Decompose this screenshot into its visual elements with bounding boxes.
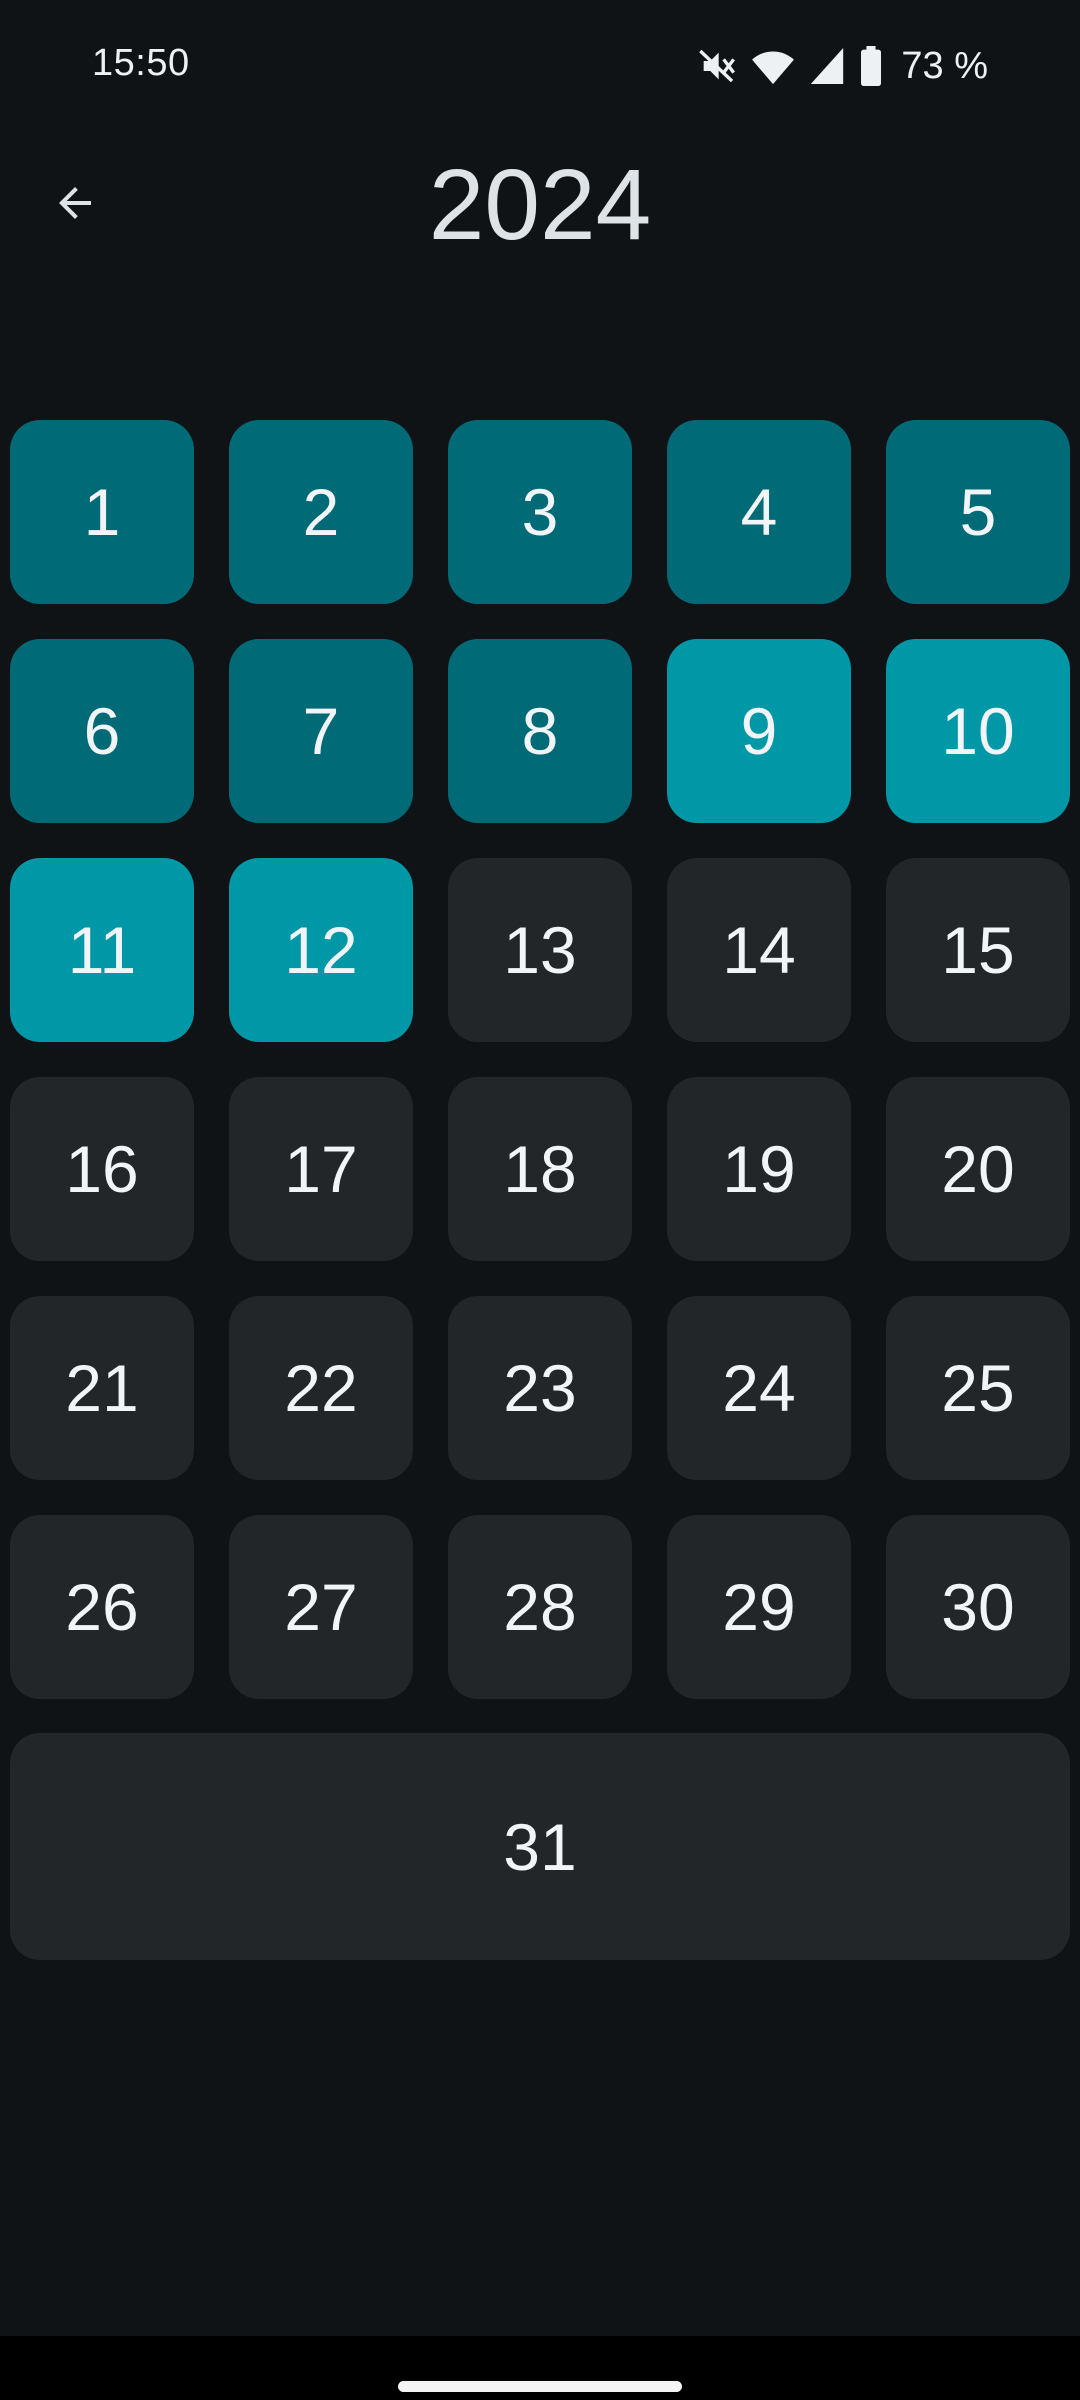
day-tile-7[interactable]: 7 xyxy=(229,639,413,823)
day-tile-13[interactable]: 13 xyxy=(448,858,632,1042)
battery-percentage: 73 % xyxy=(901,44,988,87)
day-tile-10[interactable]: 10 xyxy=(886,639,1070,823)
day-tile-27[interactable]: 27 xyxy=(229,1515,413,1699)
day-tile-8[interactable]: 8 xyxy=(448,639,632,823)
day-tile-21[interactable]: 21 xyxy=(10,1296,194,1480)
day-tile-5[interactable]: 5 xyxy=(886,420,1070,604)
day-tile-16[interactable]: 16 xyxy=(10,1077,194,1261)
day-tile-25[interactable]: 25 xyxy=(886,1296,1070,1480)
day-tile-3[interactable]: 3 xyxy=(448,420,632,604)
day-tile-14[interactable]: 14 xyxy=(667,858,851,1042)
page-title: 2024 xyxy=(428,149,652,261)
day-tile-4[interactable]: 4 xyxy=(667,420,851,604)
day-tile-9[interactable]: 9 xyxy=(667,639,851,823)
day-tile-2[interactable]: 2 xyxy=(229,420,413,604)
day-tile-31[interactable]: 31 xyxy=(10,1733,1070,1960)
home-indicator[interactable] xyxy=(398,2381,682,2392)
day-tile-17[interactable]: 17 xyxy=(229,1077,413,1261)
mute-icon xyxy=(697,46,737,86)
day-tile-15[interactable]: 15 xyxy=(886,858,1070,1042)
day-tile-29[interactable]: 29 xyxy=(667,1515,851,1699)
wifi-icon xyxy=(751,46,795,86)
status-time: 15:50 xyxy=(92,42,190,84)
day-tile-26[interactable]: 26 xyxy=(10,1515,194,1699)
battery-icon xyxy=(859,46,883,86)
header: 2024 xyxy=(0,130,1080,280)
day-tile-11[interactable]: 11 xyxy=(10,858,194,1042)
day-tile-24[interactable]: 24 xyxy=(667,1296,851,1480)
day-grid: 1 2 3 4 5 6 7 8 9 10 11 12 13 14 15 16 1… xyxy=(10,420,1070,1699)
day-tile-1[interactable]: 1 xyxy=(10,420,194,604)
signal-icon xyxy=(809,46,845,86)
status-bar: 15:50 73 % xyxy=(0,0,1080,130)
day-tile-23[interactable]: 23 xyxy=(448,1296,632,1480)
day-tile-6[interactable]: 6 xyxy=(10,639,194,823)
day-tile-22[interactable]: 22 xyxy=(229,1296,413,1480)
day-tile-12[interactable]: 12 xyxy=(229,858,413,1042)
day-tile-28[interactable]: 28 xyxy=(448,1515,632,1699)
day-tile-19[interactable]: 19 xyxy=(667,1077,851,1261)
day-tile-30[interactable]: 30 xyxy=(886,1515,1070,1699)
status-icons: 73 % xyxy=(697,44,988,88)
day-tile-18[interactable]: 18 xyxy=(448,1077,632,1261)
day-tile-20[interactable]: 20 xyxy=(886,1077,1070,1261)
